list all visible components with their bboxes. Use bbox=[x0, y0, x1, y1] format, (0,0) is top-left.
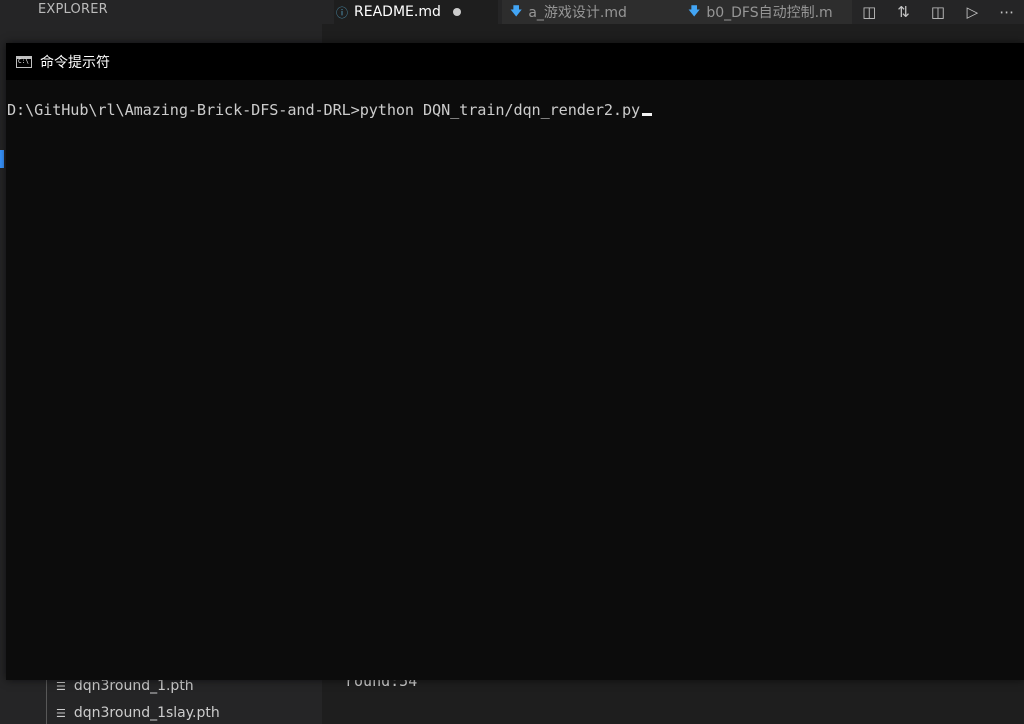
markdown-icon: 🡇 bbox=[688, 3, 701, 18]
explorer-title: EXPLORER bbox=[38, 2, 108, 17]
cmd-input-line[interactable]: D:\GitHub\rl\Amazing-Brick-DFS-and-DRL> p… bbox=[7, 101, 653, 119]
source-control-icon[interactable]: ⇅ bbox=[893, 3, 915, 21]
tab-label: a_游戏设计.md bbox=[528, 5, 627, 21]
file-icon: ☰ bbox=[56, 679, 66, 693]
more-icon[interactable]: ⋯ bbox=[996, 3, 1018, 21]
file-icon: ☰ bbox=[56, 706, 66, 720]
tab-dfs-control[interactable]: 🡇 b0_DFS自动控制.m bbox=[680, 0, 852, 24]
file-name: dqn3round_1.pth bbox=[73, 678, 194, 694]
run-icon[interactable]: ▷ bbox=[961, 3, 983, 21]
command-prompt-window[interactable]: 命令提示符 D:\GitHub\rl\Amazing-Brick-DFS-and… bbox=[6, 43, 1024, 680]
cmd-title: 命令提示符 bbox=[40, 54, 110, 71]
cmd-command-text[interactable]: python DQN_train/dqn_render2.py bbox=[360, 101, 640, 119]
split-editor-icon[interactable]: ◫ bbox=[927, 3, 949, 21]
cmd-console-area[interactable]: D:\GitHub\rl\Amazing-Brick-DFS-and-DRL> p… bbox=[6, 80, 1024, 680]
activity-indicator bbox=[0, 150, 4, 168]
console-icon bbox=[16, 55, 32, 68]
tab-label: README.md bbox=[354, 4, 441, 20]
unsaved-dot-icon[interactable] bbox=[452, 8, 461, 16]
markdown-icon: 🡇 bbox=[510, 3, 523, 18]
cmd-titlebar[interactable]: 命令提示符 bbox=[6, 43, 1024, 80]
file-name: dqn3round_1slay.pth bbox=[73, 705, 220, 721]
editor-actions: ◫ ⇅ ◫ ▷ ⋯ bbox=[852, 0, 1024, 24]
info-icon: ⓘ bbox=[336, 5, 349, 20]
tab-label: b0_DFS自动控制.m bbox=[706, 5, 833, 21]
tree-indent-guide bbox=[46, 680, 47, 724]
text-cursor bbox=[642, 113, 653, 116]
file-item[interactable]: ☰ dqn3round_1slay.pth bbox=[56, 702, 220, 724]
cmd-prompt: D:\GitHub\rl\Amazing-Brick-DFS-and-DRL> bbox=[7, 101, 360, 119]
tab-readme[interactable]: ⓘ README.md bbox=[334, 0, 498, 24]
tab-game-design[interactable]: 🡇 a_游戏设计.md bbox=[502, 0, 682, 24]
open-preview-icon[interactable]: ◫ bbox=[858, 3, 880, 21]
